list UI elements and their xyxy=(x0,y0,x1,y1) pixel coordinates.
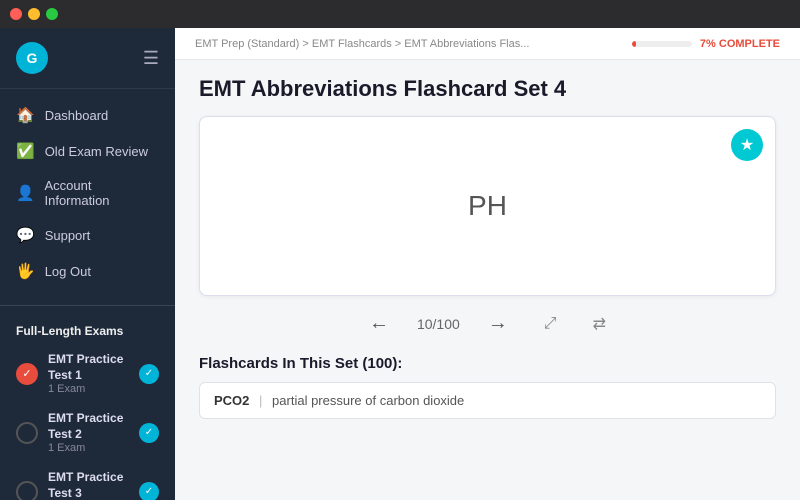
sidebar-section-title: Full-Length Exams xyxy=(0,314,175,344)
logo-icon: G xyxy=(16,42,48,74)
chat-icon: 💬 xyxy=(16,226,35,244)
progress-bar xyxy=(632,41,692,47)
star-icon: ★ xyxy=(740,135,754,155)
sidebar-item-dashboard[interactable]: 🏠 Dashboard xyxy=(0,97,175,133)
flip-button[interactable]: ⇄ xyxy=(585,310,614,338)
exam-info-2: EMT Practice Test 2 1 Exam xyxy=(48,411,129,454)
separator: | xyxy=(259,393,262,408)
prev-button[interactable]: ← xyxy=(361,308,397,339)
exam-name-3: EMT Practice Test 3 xyxy=(48,470,129,500)
sidebar: G ☰ 🏠 Dashboard ✅ Old Exam Review 👤 Acco… xyxy=(0,28,175,500)
app-container: G ☰ 🏠 Dashboard ✅ Old Exam Review 👤 Acco… xyxy=(0,28,800,500)
exam-check-3 xyxy=(16,481,38,500)
sidebar-item-logout[interactable]: 🖐 Log Out xyxy=(0,253,175,289)
exam-sub-1: 1 Exam xyxy=(48,383,129,395)
sidebar-item-support[interactable]: 💬 Support xyxy=(0,217,175,253)
sidebar-item-label: Log Out xyxy=(45,264,91,279)
exam-sub-2: 1 Exam xyxy=(48,442,129,454)
page-title: EMT Abbreviations Flashcard Set 4 xyxy=(199,76,776,102)
logout-icon: 🖐 xyxy=(16,262,35,280)
nav-controls: ← 10/100 → ⤢ ⇄ xyxy=(199,308,776,339)
exam-badge-3: ✓ xyxy=(139,482,159,500)
progress-bar-fill xyxy=(632,41,636,47)
close-button[interactable] xyxy=(10,8,22,20)
main-content: EMT Abbreviations Flashcard Set 4 ★ PH ←… xyxy=(175,60,800,500)
progress-container: 7% COMPLETE xyxy=(632,38,780,50)
top-bar: EMT Prep (Standard) > EMT Flashcards > E… xyxy=(175,28,800,60)
exam-badge-1: ✓ xyxy=(139,364,159,384)
sidebar-item-label: Account Information xyxy=(45,178,160,208)
sidebar-item-label: Old Exam Review xyxy=(45,144,148,159)
sidebar-item-account[interactable]: 👤 Account Information xyxy=(0,169,175,217)
sidebar-divider xyxy=(0,305,175,306)
check-circle-icon: ✅ xyxy=(16,142,35,160)
minimize-button[interactable] xyxy=(28,8,40,20)
progress-label: 7% COMPLETE xyxy=(700,38,780,50)
exam-badge-2: ✓ xyxy=(139,423,159,443)
sidebar-nav: 🏠 Dashboard ✅ Old Exam Review 👤 Account … xyxy=(0,89,175,297)
flashcards-section-title: Flashcards In This Set (100): xyxy=(199,355,776,372)
exam-item-3[interactable]: EMT Practice Test 3 1 Exam ✓ xyxy=(0,462,175,500)
exam-info-3: EMT Practice Test 3 1 Exam xyxy=(48,470,129,500)
exam-name-2: EMT Practice Test 2 xyxy=(48,411,129,442)
flashcard[interactable]: ★ PH xyxy=(199,116,776,296)
definition-text: partial pressure of carbon dioxide xyxy=(272,393,464,408)
maximize-button[interactable] xyxy=(46,8,58,20)
sidebar-item-label: Dashboard xyxy=(45,108,109,123)
star-button[interactable]: ★ xyxy=(731,129,763,161)
fullscreen-button[interactable]: ⤢ xyxy=(536,311,565,337)
hamburger-menu[interactable]: ☰ xyxy=(143,48,159,69)
term-text: PCO2 xyxy=(214,393,249,408)
exam-info-1: EMT Practice Test 1 1 Exam xyxy=(48,352,129,395)
title-bar xyxy=(0,0,800,28)
exam-check-1: ✓ xyxy=(16,363,38,385)
home-icon: 🏠 xyxy=(16,106,35,124)
sidebar-item-old-exam[interactable]: ✅ Old Exam Review xyxy=(0,133,175,169)
exam-name-1: EMT Practice Test 1 xyxy=(48,352,129,383)
list-item: PCO2 | partial pressure of carbon dioxid… xyxy=(199,382,776,419)
user-icon: 👤 xyxy=(16,184,35,202)
sidebar-item-label: Support xyxy=(45,228,91,243)
content-area: EMT Prep (Standard) > EMT Flashcards > E… xyxy=(175,28,800,500)
nav-count: 10/100 xyxy=(417,316,460,332)
sidebar-logo: G ☰ xyxy=(0,28,175,89)
exam-check-2 xyxy=(16,422,38,444)
exam-item-1[interactable]: ✓ EMT Practice Test 1 1 Exam ✓ xyxy=(0,344,175,403)
exam-item-2[interactable]: EMT Practice Test 2 1 Exam ✓ xyxy=(0,403,175,462)
breadcrumb: EMT Prep (Standard) > EMT Flashcards > E… xyxy=(195,38,529,50)
flashcard-text: PH xyxy=(468,190,507,222)
next-button[interactable]: → xyxy=(480,308,516,339)
